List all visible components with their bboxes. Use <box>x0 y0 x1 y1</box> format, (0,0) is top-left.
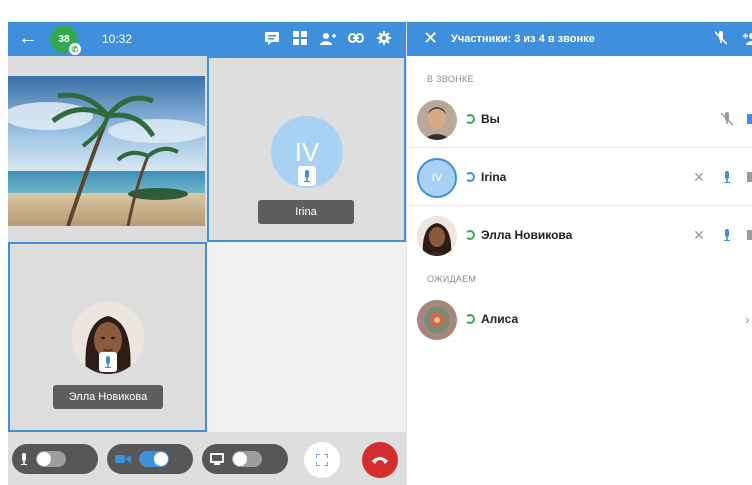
camera-icon[interactable] <box>747 168 752 186</box>
participant-actions: ✕ <box>691 168 752 186</box>
irina-initials-avatar: IV <box>417 158 457 198</box>
ella-avatar <box>417 216 457 256</box>
link-icon[interactable] <box>348 30 364 46</box>
waiting-actions: › <box>745 310 752 328</box>
waiting-row[interactable]: Алиса › <box>407 292 752 348</box>
camera-toggle-switch[interactable] <box>139 451 169 467</box>
hang-up-phone-icon <box>371 455 389 465</box>
beach-video-frame <box>8 76 205 226</box>
status-icon <box>465 314 475 324</box>
irina-name-chip: Irina <box>258 200 354 224</box>
participants-panel: ✕ Участники: 3 из 4 в звонке В ЗВОНКЕ Вы… <box>406 22 752 485</box>
participants-icon[interactable] <box>320 30 336 46</box>
unread-badge[interactable]: 38 ✆ <box>50 25 81 55</box>
mic-icon <box>20 453 28 465</box>
video-call-app: ← 38 ✆ 10:32 IV Irina Элла Новикова ✕ Уч… <box>0 0 752 485</box>
participant-actions: ✕ <box>691 226 752 244</box>
chat-icon[interactable] <box>264 30 280 46</box>
section-waiting: ОЖИДАЕМ <box>427 274 477 284</box>
back-arrow-icon[interactable]: ← <box>18 28 38 48</box>
camera-toggle-control[interactable] <box>107 444 193 474</box>
mute-all-icon[interactable] <box>713 30 729 46</box>
mic-toggle-switch[interactable] <box>36 451 66 467</box>
participants-title: Участники: 3 из 4 в звонке <box>451 33 595 45</box>
section-in-call: В ЗВОНКЕ <box>427 74 474 84</box>
topbar-actions <box>264 30 392 46</box>
call-pane: ← 38 ✆ 10:32 IV Irina Элла Новикова <box>8 22 406 485</box>
irina-name: Irina <box>295 206 317 218</box>
participant-name: Irina <box>481 170 507 184</box>
status-icon <box>465 114 475 124</box>
remove-icon[interactable]: ✕ <box>691 226 707 244</box>
camera-icon[interactable] <box>747 226 752 244</box>
participant-actions <box>719 110 752 128</box>
call-topbar: ← 38 ✆ 10:32 <box>8 22 406 56</box>
screen-share-toggle-control[interactable] <box>202 444 288 474</box>
alisa-avatar <box>417 300 457 340</box>
mic-toggle-control[interactable] <box>12 444 98 474</box>
participants-header-actions <box>713 30 752 46</box>
chevron-right-icon[interactable]: › <box>745 310 752 328</box>
screen-share-icon <box>210 453 224 465</box>
add-participant-icon[interactable] <box>743 30 752 46</box>
fullscreen-icon <box>316 454 328 466</box>
camera-icon <box>115 454 131 464</box>
screen-share-toggle-switch[interactable] <box>232 451 262 467</box>
self-avatar <box>417 100 457 140</box>
call-time: 10:32 <box>102 32 133 46</box>
camera-icon[interactable] <box>747 110 752 128</box>
unread-count: 38 <box>58 33 70 45</box>
irina-initials: IV <box>431 172 443 184</box>
mic-off-icon[interactable] <box>719 110 735 128</box>
participants-header: ✕ Участники: 3 из 4 в звонке <box>407 22 752 56</box>
remove-icon[interactable]: ✕ <box>691 168 707 186</box>
video-tile-ella[interactable]: Элла Новикова <box>8 242 207 432</box>
mic-icon[interactable] <box>719 226 735 244</box>
ella-name: Элла Новикова <box>68 391 148 403</box>
irina-initials: IV <box>294 136 320 167</box>
participant-row[interactable]: IV Irina ✕ <box>407 150 752 206</box>
status-icon <box>465 230 475 240</box>
status-icon <box>465 172 475 182</box>
participant-row[interactable]: Элла Новикова ✕ <box>407 208 752 264</box>
call-controls-bar <box>8 432 406 485</box>
fullscreen-button[interactable] <box>304 442 340 478</box>
settings-icon[interactable] <box>376 30 392 46</box>
mic-icon <box>99 352 117 372</box>
ella-name-chip: Элла Новикова <box>53 385 163 409</box>
participant-name: Алиса <box>481 312 519 326</box>
mic-icon[interactable] <box>719 168 735 186</box>
participant-name: Вы <box>481 112 500 126</box>
hang-up-button[interactable] <box>362 442 398 478</box>
participant-row[interactable]: Вы <box>407 92 752 148</box>
mic-icon <box>298 166 316 186</box>
participant-name: Элла Новикова <box>481 228 573 242</box>
video-tile-self[interactable] <box>8 56 207 242</box>
empty-tile <box>207 242 406 432</box>
phone-icon: ✆ <box>69 43 81 55</box>
grid-layout-icon[interactable] <box>292 30 308 46</box>
video-tile-irina[interactable]: IV Irina <box>207 56 406 242</box>
close-icon[interactable]: ✕ <box>423 29 438 47</box>
